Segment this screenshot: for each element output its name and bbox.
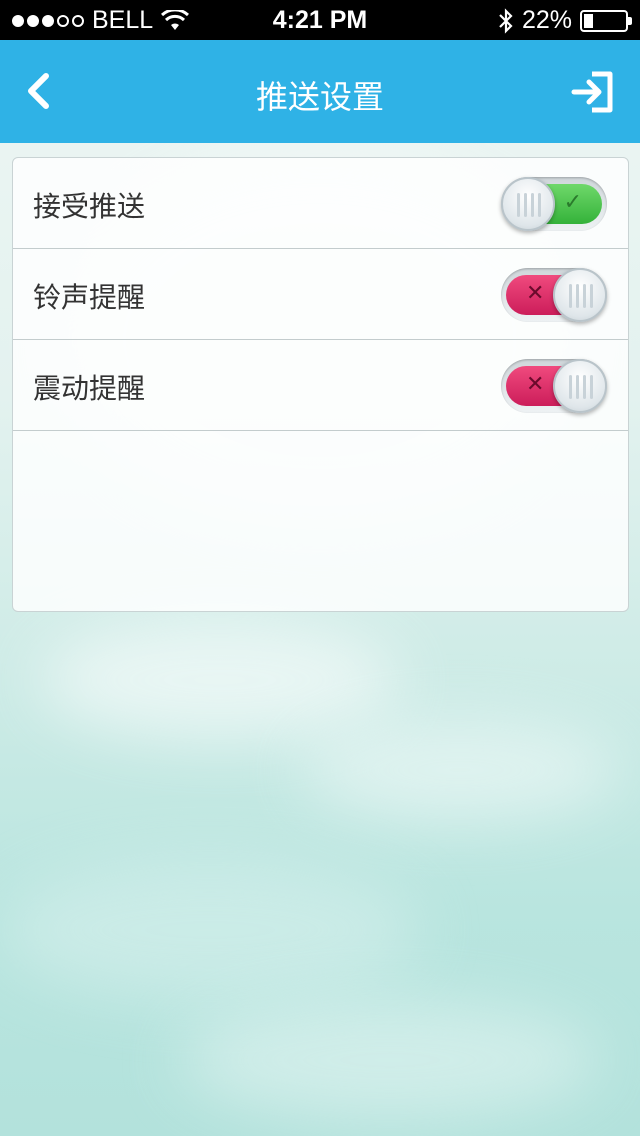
nav-bar: 推送设置 [0,40,640,143]
status-right: 22% [498,6,632,35]
toggle-knob[interactable] [553,359,607,413]
background-blur [40,620,400,740]
toggle-mark-icon: ✓ [563,190,582,215]
battery-level-fill [584,13,593,28]
toggle-mark-icon: ✕ [526,281,545,306]
background-blur [0,860,420,1000]
setting-row-push: 接受推送 ✓ [13,158,628,249]
setting-row-ringtone: 铃声提醒 ✕ [13,249,628,340]
page-title: 推送设置 [255,78,384,116]
status-bar: BELL 4:21 PM 22% [0,0,640,40]
toggle-knob[interactable] [553,268,607,322]
ringtone-toggle[interactable]: ✕ [501,268,607,322]
battery-icon [580,9,632,32]
setting-label: 接受推送 [33,190,146,223]
toggle-mark-icon: ✕ [526,372,545,397]
bluetooth-icon [499,7,513,34]
push-toggle[interactable]: ✓ [501,177,607,231]
setting-label: 铃声提醒 [33,281,146,314]
toggle-knob[interactable] [501,177,555,231]
background-blur [180,1000,600,1120]
vibration-toggle[interactable]: ✕ [501,359,607,413]
setting-label: 震动提醒 [33,372,146,405]
background-blur [300,720,620,820]
setting-row-vibration: 震动提醒 ✕ [13,340,628,431]
battery-percent: 22% [521,6,572,34]
settings-card: 接受推送 ✓ 铃声提醒 ✕ 震动提醒 ✕ [12,157,629,612]
logout-icon[interactable] [570,68,618,116]
